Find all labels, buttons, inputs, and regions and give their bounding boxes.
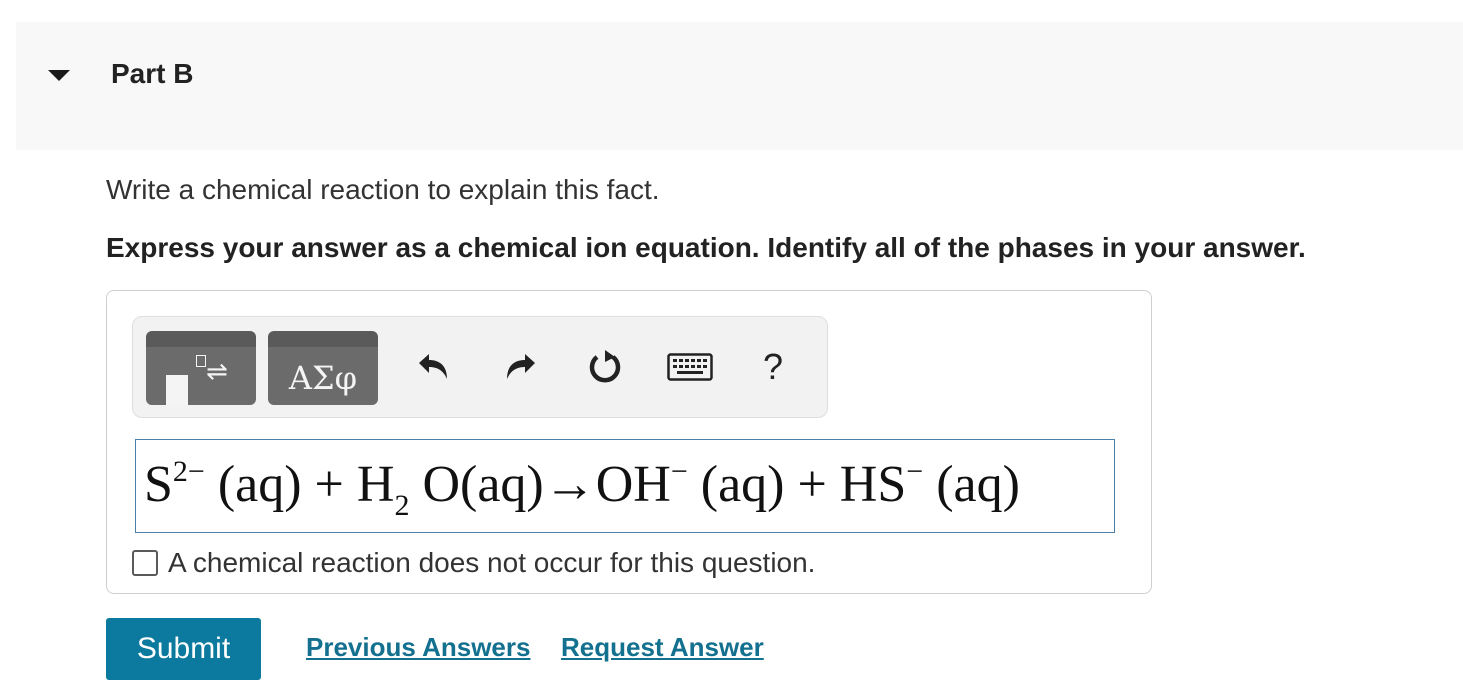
no-reaction-checkbox[interactable] — [132, 550, 158, 576]
undo-icon[interactable] — [413, 347, 453, 387]
caret-down-icon[interactable] — [48, 70, 70, 81]
question-instruction: Write a chemical reaction to explain thi… — [106, 174, 660, 205]
greek-symbols-button[interactable]: ΑΣφ — [268, 331, 378, 405]
answer-instruction: Express your answer as a chemical ion eq… — [106, 232, 1306, 263]
part-title: Part B — [111, 58, 194, 89]
math-toolbar: ⇌ ΑΣφ ? — [132, 316, 828, 418]
no-reaction-option: A chemical reaction does not occur for t… — [132, 547, 815, 579]
equation-h: H — [356, 456, 395, 513]
help-button[interactable]: ? — [753, 346, 793, 387]
equation-hs-charge: − — [906, 455, 924, 488]
answer-box: ⇌ ΑΣφ ? S2− (aq) + H2 O(aq)→OH− (aq) + H… — [106, 290, 1152, 594]
no-reaction-label[interactable]: A chemical reaction does not occur for t… — [168, 547, 815, 579]
equation-input[interactable]: S2− (aq) + H2 O(aq)→OH− (aq) + HS− (aq) — [135, 439, 1115, 533]
equation-segment-4: (aq) — [923, 456, 1020, 513]
greek-symbols-label: ΑΣφ — [288, 359, 358, 397]
equation-oh-charge: − — [670, 455, 688, 488]
equation-h-subscript: 2 — [394, 489, 410, 522]
equation-segment-1: (aq) + — [204, 456, 357, 513]
equation-s-charge: 2− — [172, 455, 205, 488]
equation-s: S — [144, 456, 173, 513]
templates-button[interactable]: ⇌ — [146, 331, 256, 405]
equation-segment-2: O(aq)→OH — [409, 456, 671, 513]
keyboard-icon[interactable] — [667, 347, 713, 387]
equation-segment-3: (aq) + HS — [687, 456, 907, 513]
request-answer-link[interactable]: Request Answer — [561, 632, 764, 663]
submit-button[interactable]: Submit — [106, 618, 261, 680]
part-header[interactable]: Part B — [16, 22, 1463, 150]
previous-answers-link[interactable]: Previous Answers — [306, 632, 530, 663]
redo-icon[interactable] — [501, 347, 541, 387]
reset-icon[interactable] — [585, 347, 625, 387]
